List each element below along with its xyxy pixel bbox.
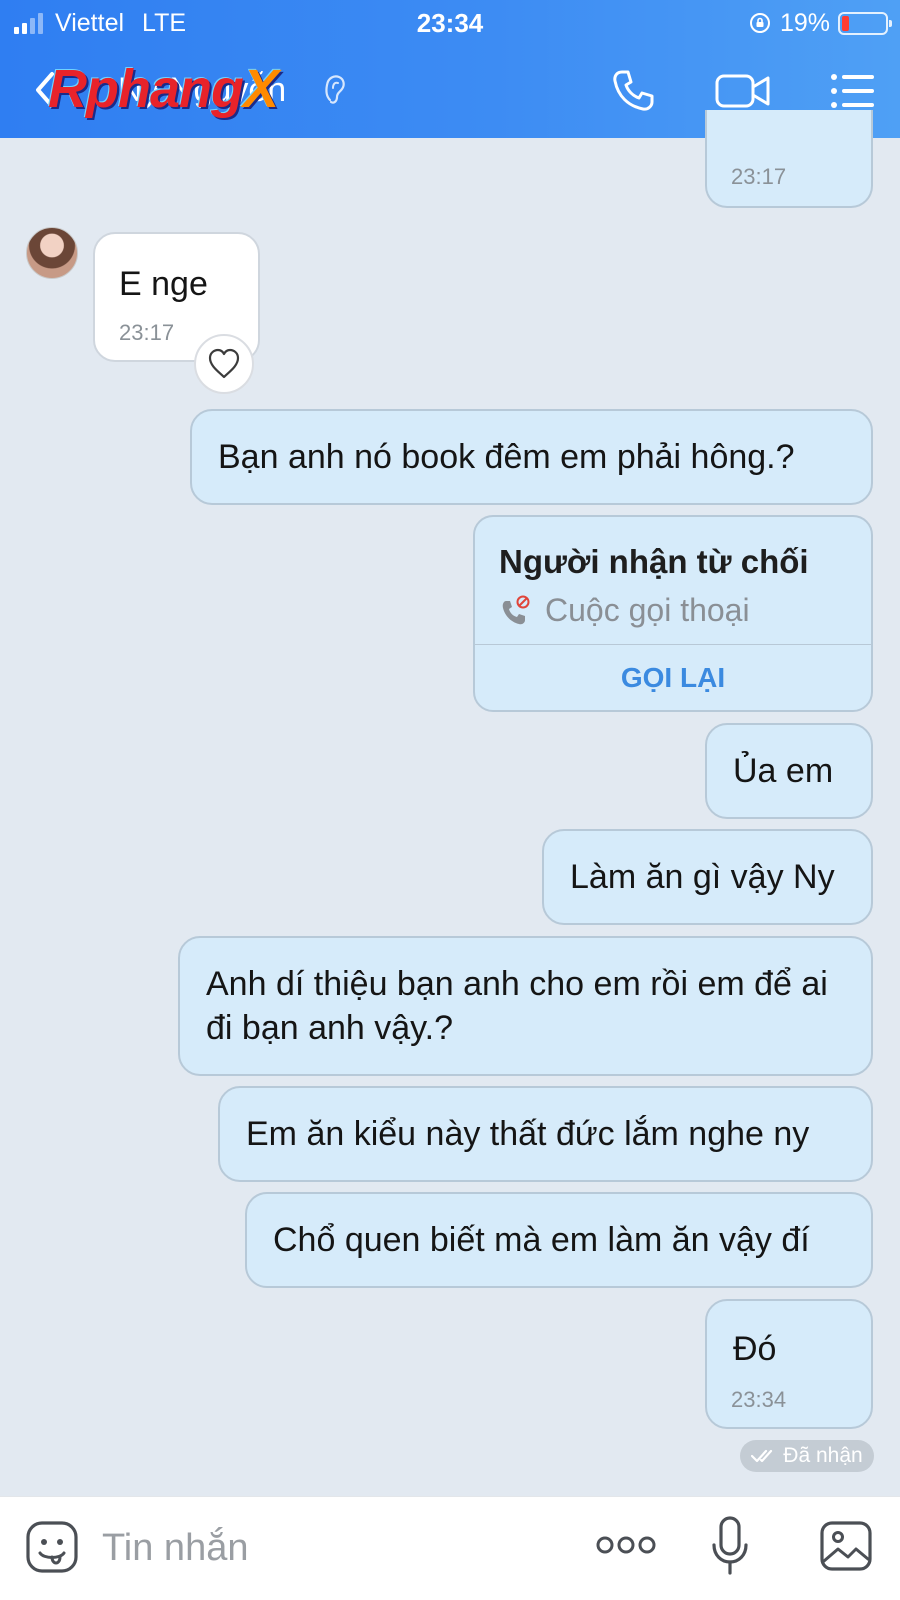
status-bar-right: 19% [748,6,892,40]
message-text: Anh dí thiệu bạn anh cho em rồi em để ai… [206,965,828,1047]
message-text: Chổ quen biết mà em làm ăn vậy đí [273,1221,810,1259]
phone-icon[interactable] [608,66,658,116]
react-heart-button[interactable] [194,334,254,394]
message-text: E nge [119,265,208,303]
message-bubble-out[interactable]: Làm ăn gì vậy Ny [542,829,873,925]
sticker-icon[interactable] [24,1519,80,1575]
message-time: 23:17 [119,320,175,345]
double-check-icon [751,1449,773,1463]
message-text: Em ăn kiểu này thất đức lắm nghe ny [246,1115,810,1153]
heart-icon [208,348,240,379]
battery-percent: 19% [779,8,830,37]
call-type-label: Cuộc gọi thoại [545,592,750,628]
message-composer [0,1496,900,1600]
watermark-logo: RphangX [48,59,279,119]
more-options-icon[interactable] [596,1533,656,1557]
microphone-icon[interactable] [710,1515,750,1577]
message-bubble-out[interactable]: Chổ quen biết mà em làm ăn vậy đí [245,1192,873,1288]
message-text: Làm ăn gì vậy Ny [570,858,835,896]
message-bubble-out[interactable]: 23:17 [705,110,873,208]
declined-call-icon [502,595,530,624]
orientation-lock-icon [749,13,770,33]
message-text: Bạn anh nó book đêm em phải hông.? [218,438,795,476]
battery-icon [838,11,892,35]
message-time: 23:34 [731,1387,787,1412]
message-bubble-out[interactable]: Ủa em [705,723,873,819]
message-bubble-out[interactable]: Bạn anh nó book đêm em phải hông.? [190,409,873,505]
avatar[interactable] [26,227,78,279]
video-icon[interactable] [714,66,772,116]
call-back-button[interactable]: GỌI LẠI [475,645,871,710]
missed-call-card: Người nhận từ chối Cuộc gọi thoại GỌI LẠ… [473,515,873,712]
ear-icon[interactable] [322,70,350,110]
delivery-status-badge: Đã nhận [740,1440,874,1472]
message-input[interactable] [102,1521,562,1575]
call-type: Cuộc gọi thoại [499,592,750,629]
message-text: Ủa em [733,752,834,790]
delivery-status-label: Đã nhận [783,1444,863,1467]
message-bubble-out[interactable]: Em ăn kiểu này thất đức lắm nghe ny [218,1086,873,1182]
call-status-title: Người nhận từ chối [499,543,809,580]
message-bubble-out[interactable]: Anh dí thiệu bạn anh cho em rồi em để ai… [178,936,873,1076]
message-text: Đó [733,1330,777,1368]
message-bubble-out[interactable]: Đó 23:34 [705,1299,873,1429]
message-time: 23:17 [731,164,787,189]
menu-icon[interactable] [828,66,878,116]
image-icon[interactable] [818,1519,874,1573]
